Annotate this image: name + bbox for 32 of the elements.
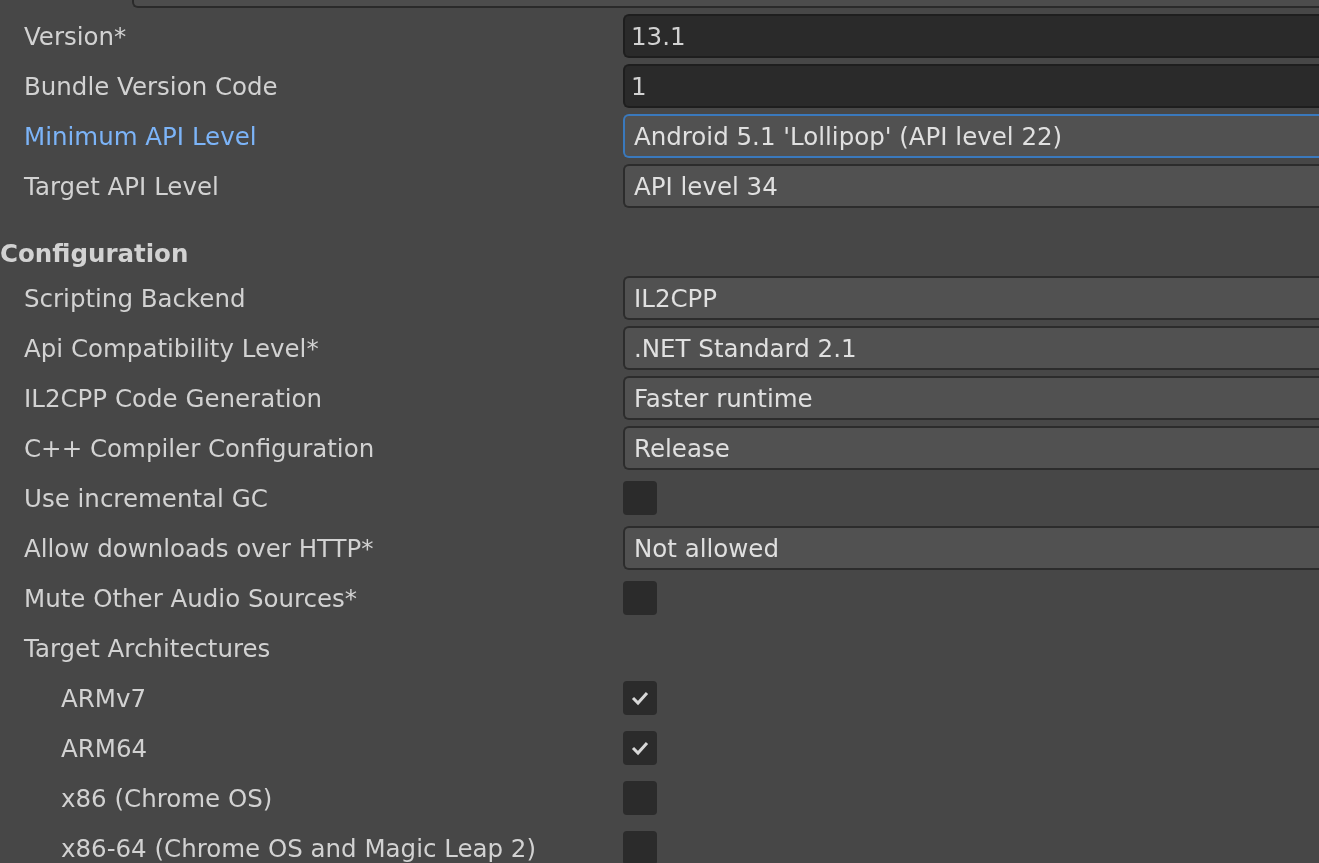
dropdown[interactable]: API level 34 — [623, 164, 1319, 208]
dropdown[interactable]: Release — [623, 426, 1319, 470]
field-label: Use incremental GC — [23, 483, 269, 513]
dropdown[interactable]: IL2CPP — [623, 276, 1319, 320]
dropdown[interactable]: .NET Standard 2.1 — [623, 326, 1319, 370]
field-label: x86-64 (Chrome OS and Magic Leap 2) — [60, 833, 537, 863]
text-field[interactable]: 13.1 — [623, 14, 1319, 58]
section-header: Configuration — [0, 237, 190, 270]
checkbox[interactable] — [623, 681, 657, 715]
field-label: Minimum API Level — [23, 121, 258, 151]
field-label: Target Architectures — [23, 633, 272, 663]
checkbox[interactable] — [623, 781, 657, 815]
dropdown[interactable]: Not allowed — [623, 526, 1319, 570]
dropdown[interactable]: Faster runtime — [623, 376, 1319, 420]
checkbox[interactable] — [623, 731, 657, 765]
field-label: ARMv7 — [60, 683, 147, 713]
field-label: Target API Level — [23, 171, 220, 201]
field-label: Bundle Version Code — [23, 71, 279, 101]
field-label: x86 (Chrome OS) — [60, 783, 274, 813]
text-field[interactable]: 1 — [623, 64, 1319, 108]
field-label: Mute Other Audio Sources* — [23, 583, 359, 613]
field-label: Allow downloads over HTTP* — [23, 533, 375, 563]
checkbox[interactable] — [623, 481, 657, 515]
dropdown[interactable]: Android 5.1 'Lollipop' (API level 22) — [623, 114, 1319, 158]
field-label: C++ Compiler Configuration — [23, 433, 376, 463]
checkbox[interactable] — [623, 831, 657, 863]
field-label: IL2CPP Code Generation — [23, 383, 324, 413]
checkbox[interactable] — [623, 581, 657, 615]
field-label: Scripting Backend — [23, 283, 247, 313]
field-label: ARM64 — [60, 733, 149, 763]
field-label: Api Compatibility Level* — [23, 333, 320, 363]
field-label: Version* — [23, 21, 128, 51]
